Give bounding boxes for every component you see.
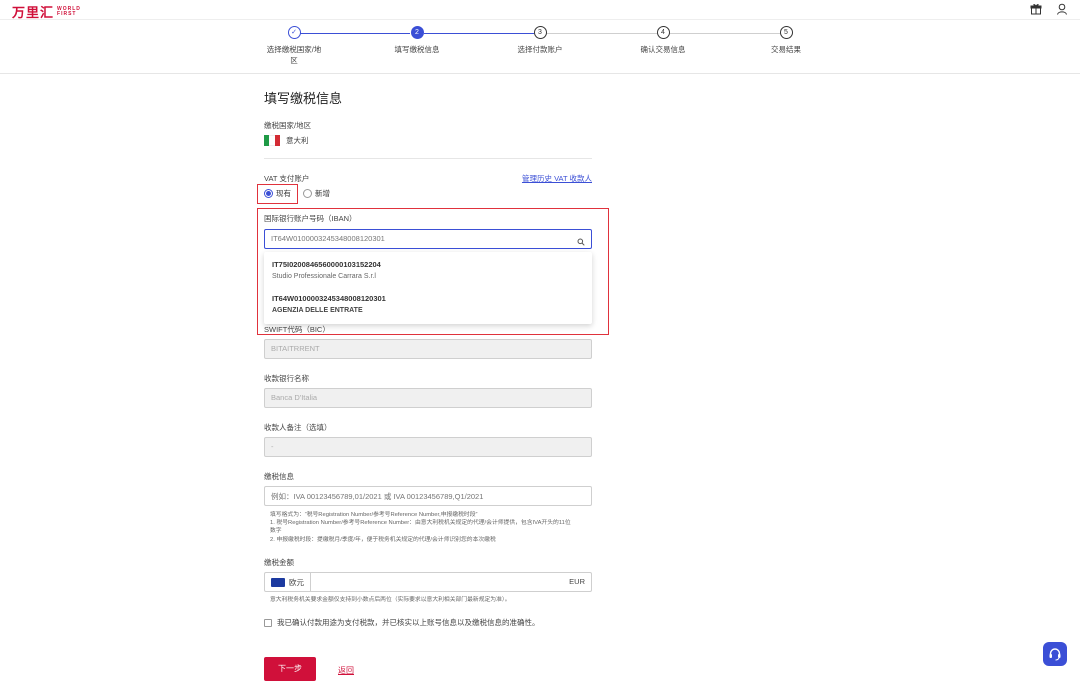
top-bar: 万里汇 WORLD FIRST <box>0 0 1080 20</box>
radio-existing[interactable]: 现有 <box>264 188 291 199</box>
option-number: IT64W0100003245348008120301 <box>272 294 386 303</box>
iban-label: 国际银行账户号码（IBAN） <box>264 214 357 223</box>
swift-input: BITAITRRENT <box>264 339 592 359</box>
help-line: 2. 申报缴税时段：提缴税月/季度/年，便于税务机关规定的代理/会计师识别您的本… <box>270 536 496 543</box>
step-5: 5 交易结果 <box>746 26 826 55</box>
step-number: 4 <box>656 26 670 39</box>
tax-info-input[interactable] <box>264 486 592 506</box>
step-label: 确认交易信息 <box>640 45 686 54</box>
country-value: 意大利 <box>286 136 309 145</box>
gift-icon[interactable] <box>1030 2 1042 15</box>
option-number: IT75I0200846560000103152204 <box>272 260 381 269</box>
headset-icon <box>1049 648 1061 661</box>
radio-existing-label: 现有 <box>276 189 291 198</box>
account-type-radio-group: 现有 新增 <box>264 188 330 199</box>
currency-selector[interactable]: 欧元 <box>265 573 311 591</box>
bank-name-value: Banca D'Italia <box>271 393 318 402</box>
vat-account-label: VAT 支付账户 <box>264 174 310 183</box>
user-icon[interactable] <box>1056 2 1068 15</box>
amount-field: 欧元 EUR <box>264 572 592 592</box>
option-name: AGENZIA DELLE ENTRATE <box>272 307 363 314</box>
step-number: 3 <box>533 26 547 39</box>
iban-input[interactable]: IT64W0100003245348008120301 <box>264 229 592 249</box>
italy-flag-icon <box>264 135 280 146</box>
swift-value: BITAITRRENT <box>271 344 320 353</box>
step-2: 2 填写缴税信息 <box>377 26 457 55</box>
currency-code: EUR <box>569 577 585 586</box>
step-label: 交易结果 <box>771 45 801 54</box>
country-label: 缴税国家/地区 <box>264 121 312 130</box>
step-label: 选择缴税国家/地区 <box>266 45 322 65</box>
help-line: 数字 <box>270 528 282 535</box>
currency-name: 欧元 <box>289 577 304 587</box>
amount-label: 缴税金额 <box>264 558 294 567</box>
manage-payees-link[interactable]: 管理历史 VAT 收款人 <box>522 173 592 184</box>
confirm-text: 我已确认付款用途为支付税款，并已核实以上账号信息以及缴税信息的准确性。 <box>277 618 540 627</box>
confirm-checkbox[interactable] <box>264 618 272 627</box>
step-label: 填写缴税信息 <box>394 45 440 54</box>
support-chat-button[interactable] <box>1043 642 1067 666</box>
bank-name-input: Banca D'Italia <box>264 388 592 408</box>
swift-label: SWIFT代码（BIC） <box>264 325 330 334</box>
tax-info-label: 缴税信息 <box>264 472 294 481</box>
tax-info-help: 填写格式为：“税号Registration Number/参考号Referenc… <box>270 511 590 544</box>
radio-new-label: 新增 <box>315 189 330 198</box>
progress-stepper: ✓ 选择缴税国家/地区 2 填写缴税信息 3 选择付款账户 4 确认交易信息 5… <box>0 20 1080 74</box>
iban-value: IT64W0100003245348008120301 <box>271 234 385 243</box>
step-number: 5 <box>779 26 793 39</box>
worldfirst-logo[interactable]: 万里汇 WORLD FIRST <box>12 2 81 21</box>
bank-name-label: 收款银行名称 <box>264 374 309 383</box>
back-link[interactable]: 返回 <box>338 665 354 676</box>
logo-en-line2: FIRST <box>57 10 77 17</box>
radio-unchecked-icon <box>303 189 312 198</box>
option-name: Studio Professionale Carrara S.r.l <box>272 273 376 280</box>
step-number: 2 <box>410 26 424 39</box>
iban-option-1[interactable]: IT75I0200846560000103152204 Studio Profe… <box>272 260 582 280</box>
page-title: 填写缴税信息 <box>264 91 343 106</box>
radio-new[interactable]: 新增 <box>303 188 330 199</box>
radio-checked-icon <box>264 189 273 198</box>
eu-flag-icon <box>271 577 285 587</box>
help-line: 填写格式为：“税号Registration Number/参考号Referenc… <box>270 512 478 518</box>
help-line: 1. 税号Registration Number/参考号Reference Nu… <box>270 520 571 527</box>
divider <box>264 158 592 159</box>
amount-note: 意大利税务机关要求金额仅支持到小数点后两位（实际要求以意大利相关部门最新规定为准… <box>270 597 511 603</box>
step-4: 4 确认交易信息 <box>623 26 703 55</box>
search-icon[interactable] <box>577 235 585 246</box>
remark-label: 收款人备注（选填） <box>264 423 332 432</box>
step-3: 3 选择付款账户 <box>500 26 580 55</box>
remark-input: - <box>264 437 592 457</box>
confirm-checkbox-row[interactable]: 我已确认付款用途为支付税款，并已核实以上账号信息以及缴税信息的准确性。 <box>264 617 540 628</box>
iban-dropdown: IT75I0200846560000103152204 Studio Profe… <box>264 252 592 324</box>
step-label: 选择付款账户 <box>517 45 563 54</box>
check-icon: ✓ <box>287 26 301 39</box>
remark-value: - <box>271 442 274 451</box>
iban-option-2[interactable]: IT64W0100003245348008120301 AGENZIA DELL… <box>272 294 582 314</box>
logo-cn: 万里汇 <box>12 5 55 20</box>
step-1: ✓ 选择缴税国家/地区 <box>254 26 334 66</box>
amount-input[interactable] <box>311 573 591 591</box>
country-display: 意大利 <box>264 135 309 146</box>
next-button[interactable]: 下一步 <box>264 657 316 681</box>
